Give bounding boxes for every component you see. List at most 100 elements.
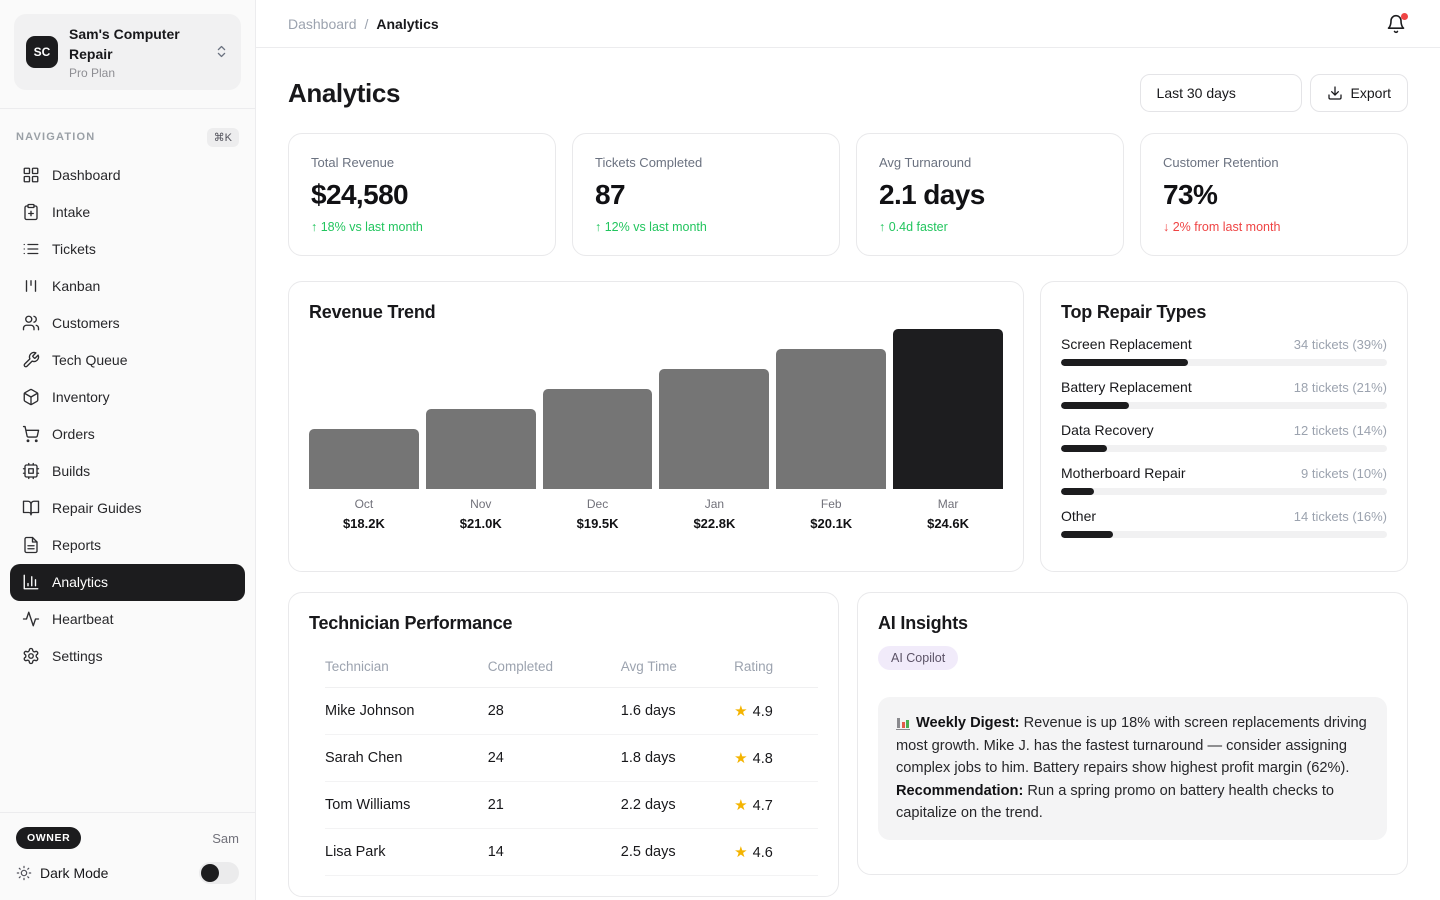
revenue-trend-card: Revenue Trend Oct $18.2K Nov $21.0K D xyxy=(288,281,1024,572)
stat-label: Avg Turnaround xyxy=(879,155,1101,170)
sidebar-item-label: Kanban xyxy=(52,278,100,294)
technician-completed: 21 xyxy=(488,782,621,829)
table-row: Mike Johnson 28 1.6 days ★4.9 xyxy=(325,688,818,735)
sun-icon xyxy=(16,865,32,881)
revenue-bar-chart: Oct $18.2K Nov $21.0K Dec $19.5K xyxy=(309,329,1003,531)
shopping-cart-icon xyxy=(22,425,40,443)
sidebar-item-tech-queue[interactable]: Tech Queue xyxy=(10,342,245,379)
stat-card-tickets-completed: Tickets Completed 87 ↑ 12% vs last month xyxy=(572,133,840,256)
sidebar-item-repair-guides[interactable]: Repair Guides xyxy=(10,490,245,527)
repair-type-bar-track xyxy=(1061,359,1387,366)
repair-type-meta: 34 tickets (39%) xyxy=(1294,337,1387,352)
ai-insights-title: AI Insights xyxy=(878,613,1387,634)
sidebar-item-customers[interactable]: Customers xyxy=(10,305,245,342)
sidebar-item-kanban[interactable]: Kanban xyxy=(10,268,245,305)
sidebar-item-orders[interactable]: Orders xyxy=(10,416,245,453)
bar-value-label: $22.8K xyxy=(659,516,769,531)
cpu-icon xyxy=(22,462,40,480)
technician-table: Technician Completed Avg Time Rating Mik… xyxy=(325,646,818,876)
chart-bar-group-oct: Oct $18.2K xyxy=(309,329,419,531)
repair-type-meta: 18 tickets (21%) xyxy=(1294,380,1387,395)
date-range-select[interactable]: Last 30 days xyxy=(1140,74,1302,112)
column-header-completed: Completed xyxy=(488,646,621,688)
sidebar-item-builds[interactable]: Builds xyxy=(10,453,245,490)
chart-bar-group-nov: Nov $21.0K xyxy=(426,329,536,531)
revenue-bar xyxy=(309,429,419,489)
bar-month-label: Feb xyxy=(776,497,886,511)
sidebar-item-label: Tech Queue xyxy=(52,352,128,368)
bar-month-label: Dec xyxy=(543,497,653,511)
bar-value-label: $24.6K xyxy=(893,516,1003,531)
workspace-name: Sam's Computer Repair xyxy=(69,24,203,65)
bar-value-label: $20.1K xyxy=(776,516,886,531)
repair-type-row: Other 14 tickets (16%) xyxy=(1061,508,1387,538)
revenue-bar xyxy=(426,409,536,489)
technician-avg-time: 2.5 days xyxy=(621,829,734,876)
users-icon xyxy=(22,314,40,332)
repair-type-bar-track xyxy=(1061,445,1387,452)
technician-completed: 14 xyxy=(488,829,621,876)
gear-icon xyxy=(22,647,40,665)
bar-value-label: $19.5K xyxy=(543,516,653,531)
book-open-icon xyxy=(22,499,40,517)
sidebar-item-tickets[interactable]: Tickets xyxy=(10,231,245,268)
table-row: Tom Williams 21 2.2 days ★4.7 xyxy=(325,782,818,829)
technician-rating: ★4.9 xyxy=(734,688,818,735)
column-header-avg-time: Avg Time xyxy=(621,646,734,688)
stat-card-avg-turnaround: Avg Turnaround 2.1 days ↑ 0.4d faster xyxy=(856,133,1124,256)
sidebar-item-analytics[interactable]: Analytics xyxy=(10,564,245,601)
sidebar-item-label: Settings xyxy=(52,648,103,664)
stat-value: 73% xyxy=(1163,179,1385,211)
chevrons-up-down-icon xyxy=(214,44,229,59)
stat-value: 87 xyxy=(595,179,817,211)
revenue-bar xyxy=(543,389,653,489)
dark-mode-toggle[interactable] xyxy=(199,862,239,884)
breadcrumb: Dashboard / Analytics xyxy=(288,16,439,32)
breadcrumb-dashboard-link[interactable]: Dashboard xyxy=(288,16,357,32)
star-icon: ★ xyxy=(734,844,747,861)
analytics-page: Analytics Last 30 days Export Total Reve… xyxy=(256,48,1440,897)
technician-name: Sarah Chen xyxy=(325,735,488,782)
repair-type-meta: 12 tickets (14%) xyxy=(1294,423,1387,438)
recommendation-label: Recommendation: xyxy=(896,783,1023,799)
technician-completed: 24 xyxy=(488,735,621,782)
export-button[interactable]: Export xyxy=(1310,74,1408,112)
clipboard-plus-icon xyxy=(22,203,40,221)
table-row: Sarah Chen 24 1.8 days ★4.8 xyxy=(325,735,818,782)
sidebar-item-settings[interactable]: Settings xyxy=(10,638,245,675)
technician-performance-title: Technician Performance xyxy=(309,613,818,634)
file-text-icon xyxy=(22,536,40,554)
technician-name: Mike Johnson xyxy=(325,688,488,735)
page-title: Analytics xyxy=(288,78,400,109)
revenue-trend-title: Revenue Trend xyxy=(309,302,1003,323)
technician-rating: ★4.8 xyxy=(734,735,818,782)
owner-name: Sam xyxy=(212,831,239,846)
technician-name: Tom Williams xyxy=(325,782,488,829)
notifications-button[interactable] xyxy=(1386,14,1406,34)
sidebar-item-inventory[interactable]: Inventory xyxy=(10,379,245,416)
technician-avg-time: 2.2 days xyxy=(621,782,734,829)
ai-copilot-badge: AI Copilot xyxy=(878,646,958,670)
stat-delta: ↑ 0.4d faster xyxy=(879,220,1101,234)
technician-name: Lisa Park xyxy=(325,829,488,876)
sidebar-item-dashboard[interactable]: Dashboard xyxy=(10,157,245,194)
dark-mode-label: Dark Mode xyxy=(40,865,108,881)
workspace-section: SC Sam's Computer Repair Pro Plan xyxy=(0,0,255,109)
sidebar-item-label: Builds xyxy=(52,463,90,479)
bar-month-label: Mar xyxy=(893,497,1003,511)
sidebar-item-reports[interactable]: Reports xyxy=(10,527,245,564)
sidebar-item-label: Analytics xyxy=(52,574,108,590)
repair-type-bar-track xyxy=(1061,488,1387,495)
package-icon xyxy=(22,388,40,406)
workspace-avatar: SC xyxy=(26,36,58,68)
star-icon: ★ xyxy=(734,750,747,767)
repair-type-row: Battery Replacement 18 tickets (21%) xyxy=(1061,379,1387,409)
repair-type-row: Motherboard Repair 9 tickets (10%) xyxy=(1061,465,1387,495)
stat-card-customer-retention: Customer Retention 73% ↓ 2% from last mo… xyxy=(1140,133,1408,256)
sidebar-item-heartbeat[interactable]: Heartbeat xyxy=(10,601,245,638)
sidebar-item-intake[interactable]: Intake xyxy=(10,194,245,231)
chart-bar-group-mar: Mar $24.6K xyxy=(893,329,1003,531)
column-header-technician: Technician xyxy=(325,646,488,688)
sidebar-item-label: Intake xyxy=(52,204,90,220)
workspace-switcher[interactable]: SC Sam's Computer Repair Pro Plan xyxy=(14,14,241,90)
